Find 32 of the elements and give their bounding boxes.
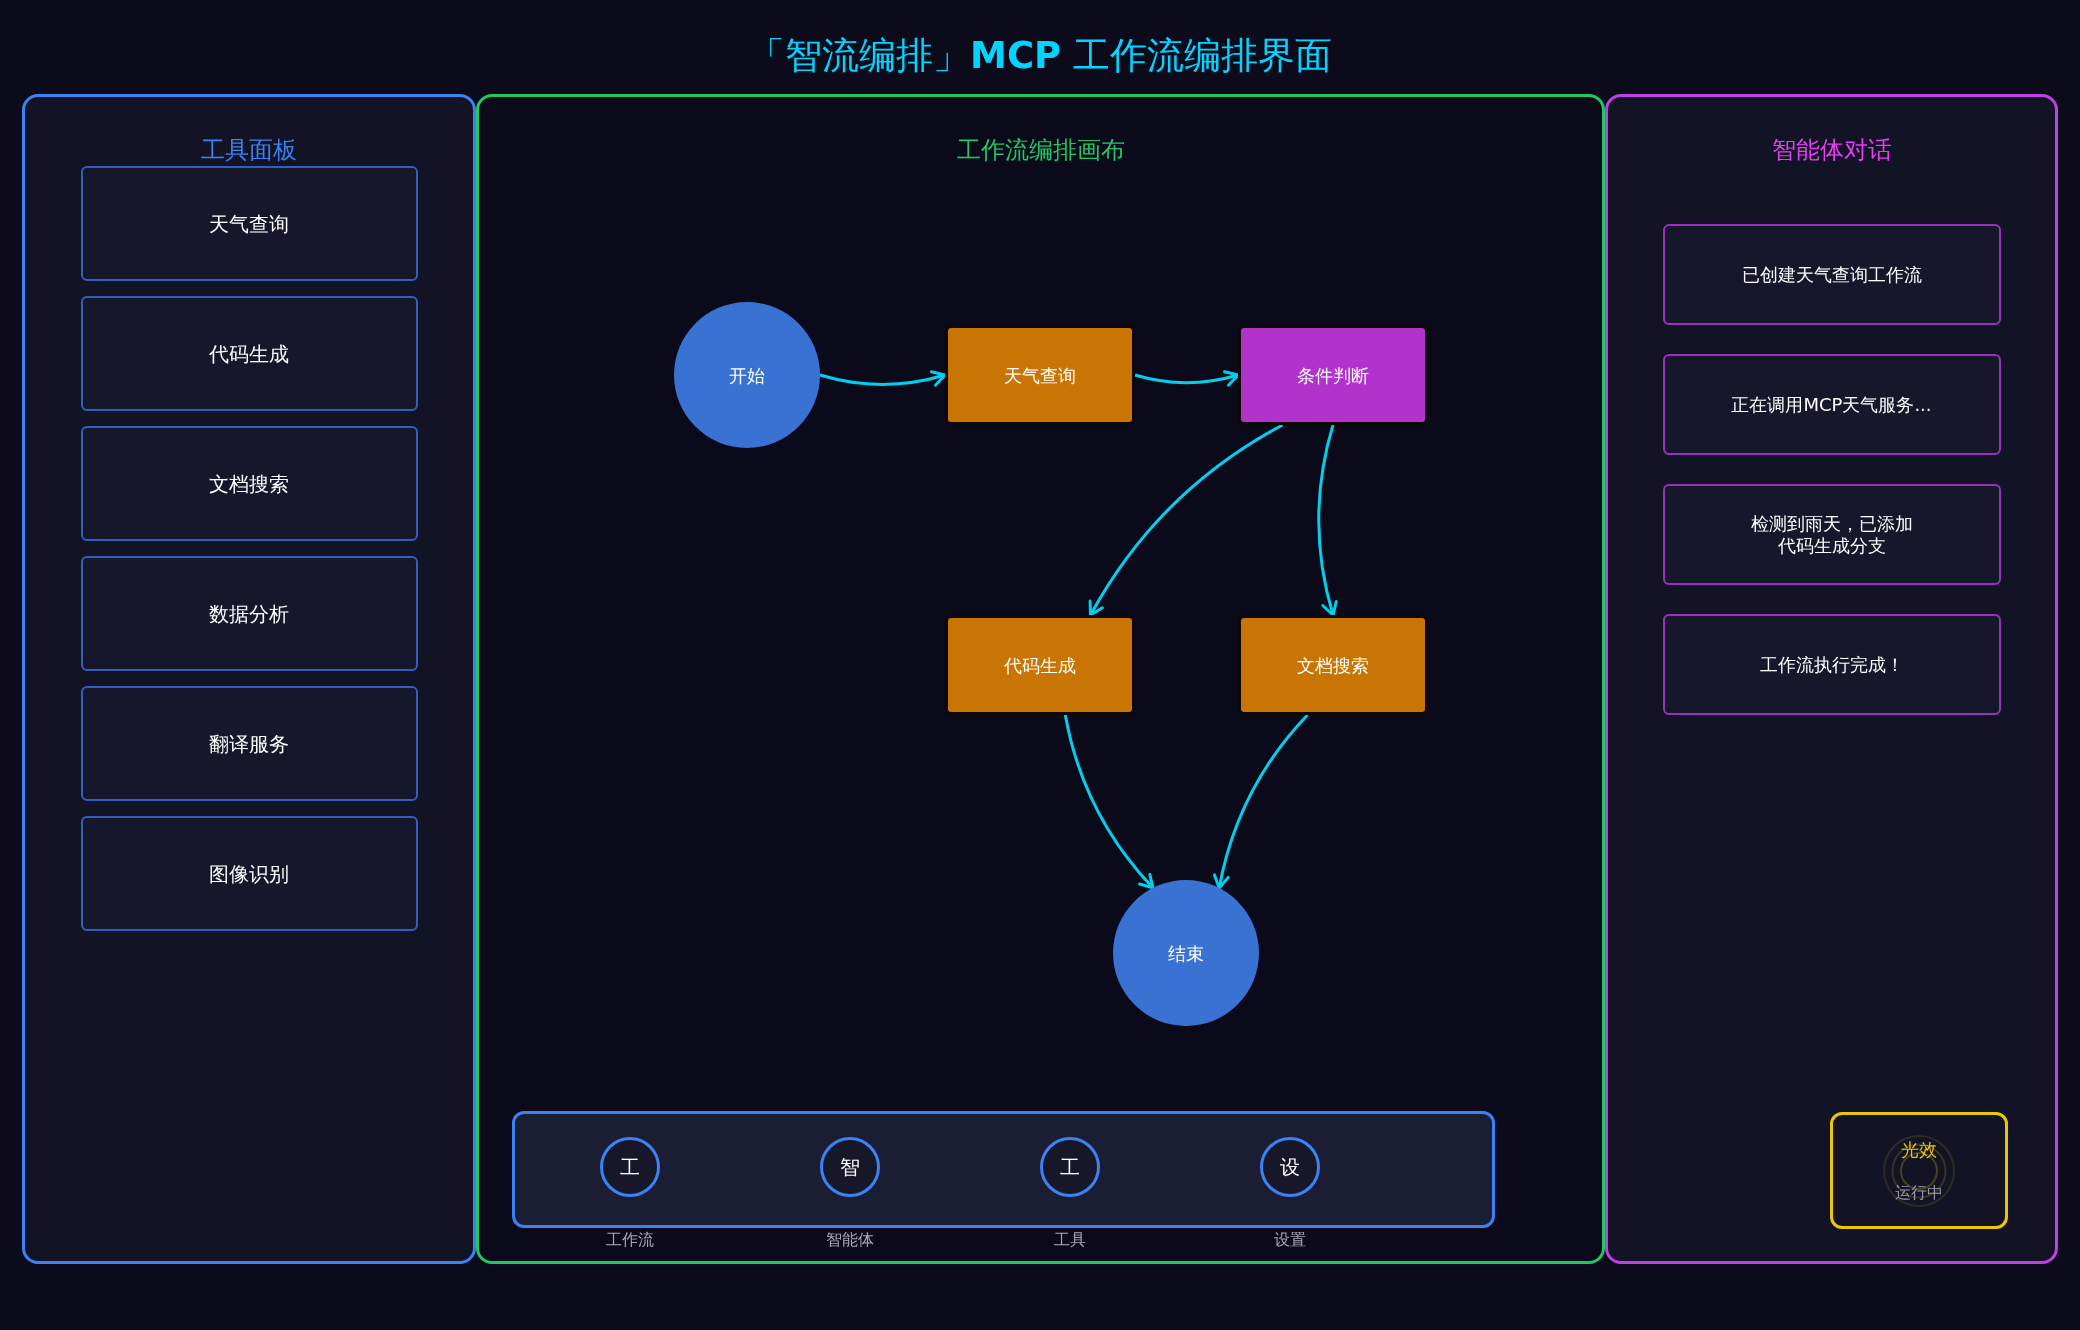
toolbar-button[interactable]: 设 bbox=[1260, 1137, 1320, 1197]
message-text: 正在调用MCP天气服务... bbox=[1731, 393, 1932, 416]
page-title: 「智流编排」MCP 工作流编排界面 bbox=[748, 33, 1332, 79]
panel-title: 智能体对话 bbox=[1771, 135, 1892, 165]
flow-node: 条件判断 bbox=[1238, 325, 1428, 425]
tool-item[interactable]: 文档搜索 bbox=[80, 426, 418, 541]
toolbar-label: 智能体 bbox=[826, 1231, 874, 1249]
flow-node: 开始 bbox=[674, 302, 820, 448]
effect-status: 运行中 bbox=[1895, 1182, 1943, 1203]
flow-node: 结束 bbox=[1113, 880, 1259, 1026]
panel-title: 工作流编排画布 bbox=[956, 135, 1125, 165]
tool-item[interactable]: 代码生成 bbox=[80, 296, 418, 411]
message-text: 检测到雨天，已添加 bbox=[1750, 512, 1913, 535]
concentric-rings-icon bbox=[1883, 1135, 1955, 1207]
toolbar-button[interactable]: 智 bbox=[820, 1137, 880, 1197]
panel-title: 工具面板 bbox=[201, 135, 297, 165]
message-text: 工作流执行完成！ bbox=[1759, 653, 1904, 676]
toolbar-label: 工作流 bbox=[606, 1231, 654, 1249]
message-text: 代码生成分支 bbox=[1777, 534, 1886, 557]
toolbar-label: 设置 bbox=[1274, 1231, 1306, 1249]
flow-node: 代码生成 bbox=[945, 615, 1135, 715]
flow-node: 天气查询 bbox=[945, 325, 1135, 425]
tool-item[interactable]: 数据分析 bbox=[80, 556, 418, 671]
tool-item[interactable]: 翻译服务 bbox=[80, 686, 418, 801]
effect-title: 光效 bbox=[1901, 1138, 1937, 1161]
message-text: 已创建天气查询工作流 bbox=[1741, 263, 1922, 286]
tool-item[interactable]: 图像识别 bbox=[80, 816, 418, 931]
tool-item[interactable]: 天气查询 bbox=[80, 166, 418, 281]
toolbar-label: 工具 bbox=[1054, 1231, 1086, 1249]
flow-node: 文档搜索 bbox=[1238, 615, 1428, 715]
toolbar-button[interactable]: 工 bbox=[600, 1137, 660, 1197]
toolbar-button[interactable]: 工 bbox=[1040, 1137, 1100, 1197]
